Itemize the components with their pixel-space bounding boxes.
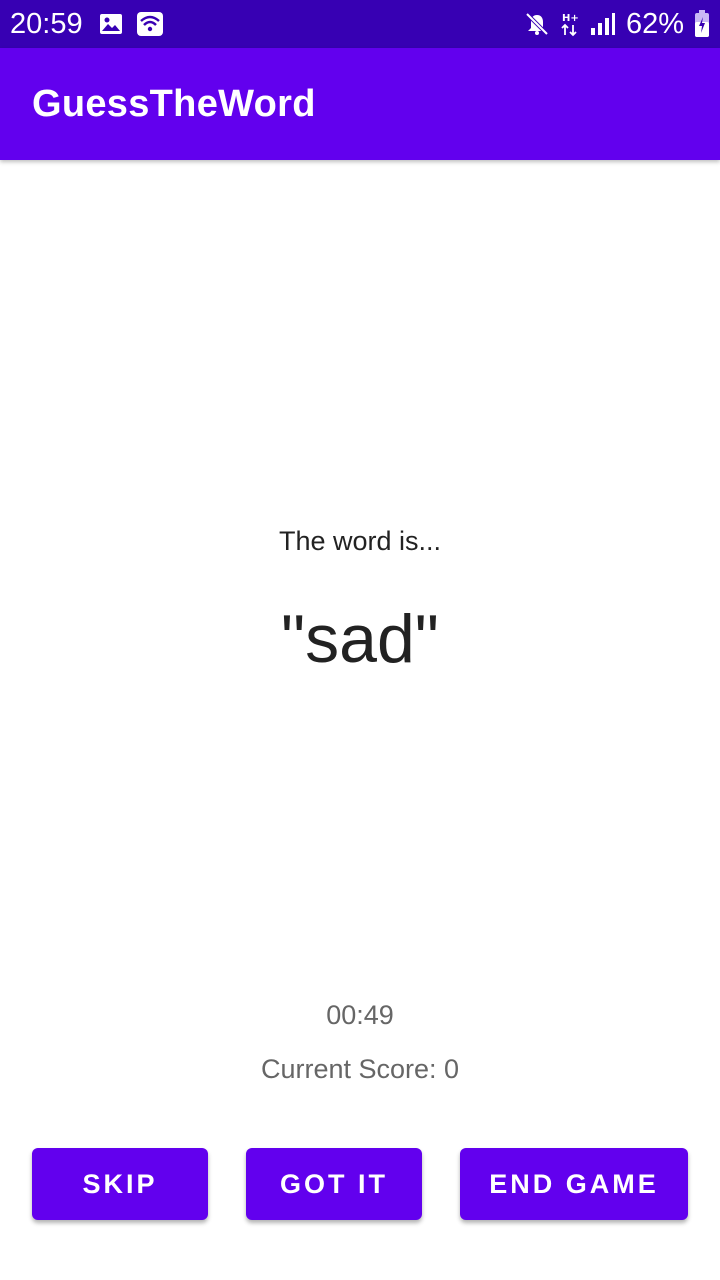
network-type-label: H+ — [562, 13, 579, 24]
app-bar: GuessTheWord — [0, 48, 720, 160]
image-icon — [99, 13, 123, 35]
signal-icon — [590, 12, 616, 36]
battery-percent: 62% — [625, 7, 684, 40]
current-word: "sad" — [281, 601, 439, 677]
timer: 00:49 — [326, 1000, 394, 1030]
wifi-icon — [136, 12, 163, 36]
status-time: 20:59 — [10, 7, 83, 40]
got-it-button[interactable]: GOT IT — [246, 1148, 422, 1220]
current-score: Current Score: 0 — [260, 1054, 460, 1084]
battery-icon — [694, 10, 710, 38]
status-left-icons — [99, 12, 163, 36]
network-activity-icon: H+ — [560, 11, 580, 37]
status-right-icons: H+ 62% — [524, 8, 710, 41]
word-label: The word is... — [278, 526, 442, 556]
mute-icon — [524, 11, 550, 37]
status-bar: 20:59 H+ 62% — [0, 0, 720, 48]
skip-button[interactable]: SKIP — [32, 1148, 208, 1220]
app-title: GuessTheWord — [32, 82, 316, 125]
end-game-button[interactable]: END GAME — [460, 1148, 688, 1220]
